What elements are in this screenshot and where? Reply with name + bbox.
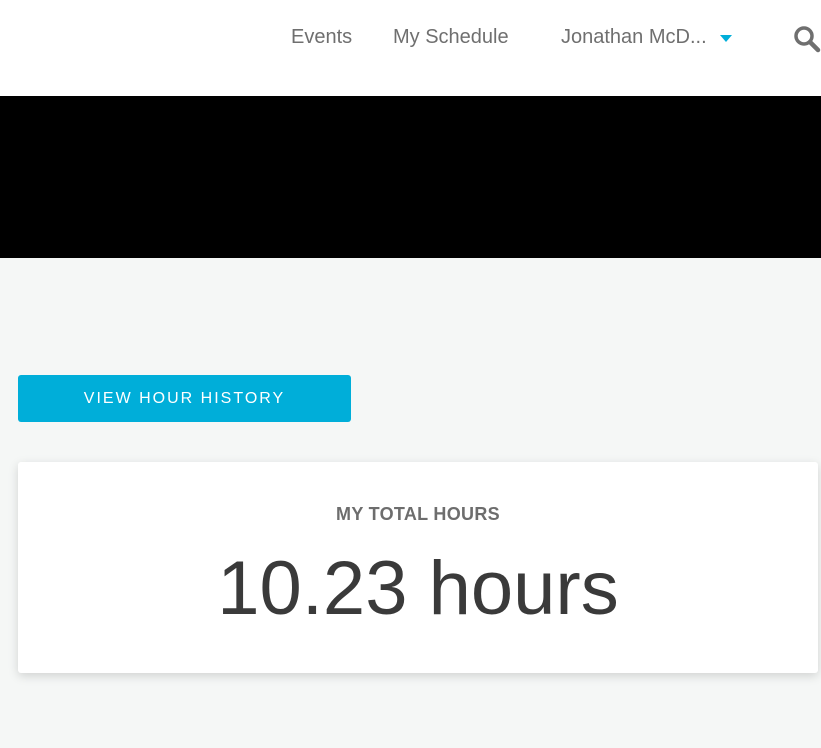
total-hours-card: MY TOTAL HOURS 10.23 hours — [18, 462, 818, 673]
total-hours-value: 10.23 hours — [217, 546, 619, 631]
search-icon[interactable] — [793, 25, 821, 53]
nav-events-link[interactable]: Events — [291, 24, 352, 50]
view-hour-history-button[interactable]: VIEW HOUR HISTORY — [18, 375, 351, 422]
user-menu-label[interactable]: Jonathan McD... — [561, 24, 707, 50]
chevron-down-icon[interactable] — [720, 35, 732, 42]
hero-banner — [0, 96, 821, 258]
top-navigation: Events My Schedule Jonathan McD... — [0, 0, 821, 96]
nav-my-schedule-link[interactable]: My Schedule — [393, 24, 509, 50]
card-title: MY TOTAL HOURS — [336, 504, 500, 524]
